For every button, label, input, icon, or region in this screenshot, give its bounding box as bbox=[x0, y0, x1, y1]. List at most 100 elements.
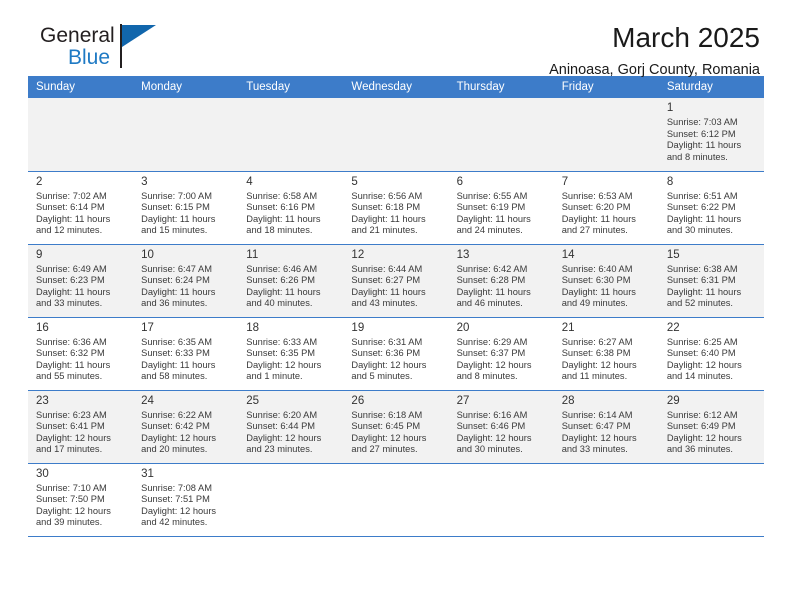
daylight-text-line2: and 55 minutes. bbox=[36, 371, 103, 382]
daylight-text-line2: and 58 minutes. bbox=[141, 371, 208, 382]
daylight-text-line1: Daylight: 11 hours bbox=[456, 213, 531, 224]
calendar-day-cell[interactable]: 25 Sunrise: 6:20 AM Sunset: 6:44 PM Dayligh… bbox=[238, 390, 344, 464]
sunset-text: Sunset: 6:44 PM bbox=[246, 421, 316, 432]
sunrise-text: Sunrise: 6:49 AM bbox=[36, 263, 107, 274]
calendar-day-cell[interactable]: 21 Sunrise: 6:27 AM Sunset: 6:38 PM Dayligh… bbox=[553, 317, 659, 391]
daylight-text-line1: Daylight: 11 hours bbox=[141, 213, 216, 224]
calendar-day-cell[interactable]: 27 Sunrise: 6:16 AM Sunset: 6:46 PM Dayligh… bbox=[448, 390, 554, 464]
daylight-text-line2: and 27 minutes. bbox=[351, 444, 418, 455]
calendar-cell-empty bbox=[133, 98, 239, 172]
daylight-text-line2: and 36 minutes. bbox=[666, 444, 733, 455]
day-number: 27 bbox=[456, 394, 470, 407]
sunset-text: Sunset: 6:19 PM bbox=[456, 202, 526, 213]
sunset-text: Sunset: 6:40 PM bbox=[666, 348, 736, 359]
daylight-text-line2: and 33 minutes. bbox=[36, 298, 103, 309]
calendar-day-cell[interactable]: 24 Sunrise: 6:22 AM Sunset: 6:42 PM Dayligh… bbox=[133, 390, 239, 464]
sunrise-text: Sunrise: 6:38 AM bbox=[666, 263, 738, 274]
day-details: Sunrise: 7:00 AM Sunset: 6:15 PM Daylight:… bbox=[133, 191, 238, 237]
calendar-day-cell[interactable]: 4 Sunrise: 6:58 AM Sunset: 6:16 PM Daylight… bbox=[238, 171, 344, 245]
sunrise-text: Sunrise: 6:44 AM bbox=[351, 263, 423, 274]
sunrise-text: Sunrise: 6:47 AM bbox=[141, 263, 212, 274]
day-details: Sunrise: 6:47 AM Sunset: 6:24 PM Daylight:… bbox=[133, 264, 238, 310]
calendar-day-cell[interactable]: 9 Sunrise: 6:49 AM Sunset: 6:23 PM Daylight… bbox=[28, 244, 134, 318]
day-number: 5 bbox=[351, 175, 358, 188]
calendar-day-cell[interactable]: 30 Sunrise: 7:10 AM Sunset: 7:50 PM Dayligh… bbox=[28, 463, 134, 537]
sunrise-text: Sunrise: 6:35 AM bbox=[141, 336, 212, 347]
sunset-text: Sunset: 6:28 PM bbox=[456, 275, 526, 286]
day-details: Sunrise: 6:23 AM Sunset: 6:41 PM Daylight:… bbox=[28, 410, 133, 456]
sunset-text: Sunset: 6:24 PM bbox=[141, 275, 210, 286]
sunrise-text: Sunrise: 6:55 AM bbox=[456, 190, 528, 201]
sunrise-text: Sunrise: 7:10 AM bbox=[36, 482, 107, 493]
sunrise-text: Sunrise: 7:03 AM bbox=[666, 117, 738, 127]
calendar-day-cell[interactable]: 22 Sunrise: 6:25 AM Sunset: 6:40 PM Dayligh… bbox=[658, 317, 764, 391]
calendar-cell-empty bbox=[343, 463, 449, 537]
calendar-day-cell[interactable]: 31 Sunrise: 7:08 AM Sunset: 7:51 PM Dayligh… bbox=[133, 463, 239, 537]
calendar-day-cell[interactable]: 1 Sunrise: 7:03 AM Sunset: 6:12 PM Daylight… bbox=[658, 98, 764, 172]
calendar-day-cell[interactable]: 29 Sunrise: 6:12 AM Sunset: 6:49 PM Dayligh… bbox=[658, 390, 764, 464]
sunrise-text: Sunrise: 6:46 AM bbox=[246, 263, 318, 274]
day-number: 7 bbox=[561, 175, 569, 188]
calendar-day-cell[interactable]: 28 Sunrise: 6:14 AM Sunset: 6:47 PM Dayligh… bbox=[553, 390, 659, 464]
sunset-text: Sunset: 6:32 PM bbox=[36, 348, 105, 359]
day-details: Sunrise: 7:10 AM Sunset: 7:50 PM Daylight:… bbox=[28, 483, 133, 529]
day-number: 13 bbox=[456, 248, 470, 261]
daylight-text-line1: Daylight: 11 hours bbox=[246, 286, 321, 297]
day-details: Sunrise: 6:25 AM Sunset: 6:40 PM Daylight:… bbox=[659, 337, 764, 383]
calendar-day-cell[interactable]: 7 Sunrise: 6:53 AM Sunset: 6:20 PM Daylight… bbox=[553, 171, 659, 245]
calendar-day-cell[interactable]: 8 Sunrise: 6:51 AM Sunset: 6:22 PM Daylight… bbox=[658, 171, 764, 245]
page-title: March 2025 bbox=[612, 22, 760, 53]
daylight-text-line1: Daylight: 11 hours bbox=[666, 140, 742, 151]
sunset-text: Sunset: 6:46 PM bbox=[456, 421, 526, 432]
day-details: Sunrise: 6:44 AM Sunset: 6:27 PM Daylight:… bbox=[343, 264, 448, 310]
calendar-day-cell[interactable]: 11 Sunrise: 6:46 AM Sunset: 6:26 PM Dayligh… bbox=[238, 244, 344, 318]
calendar-day-cell[interactable]: 18 Sunrise: 6:33 AM Sunset: 6:35 PM Dayligh… bbox=[238, 317, 344, 391]
day-number: 19 bbox=[351, 321, 365, 334]
calendar-day-cell[interactable]: 17 Sunrise: 6:35 AM Sunset: 6:33 PM Dayligh… bbox=[133, 317, 239, 391]
day-number: 20 bbox=[456, 321, 470, 334]
daylight-text-line1: Daylight: 12 hours bbox=[36, 432, 111, 443]
calendar-day-cell[interactable]: 10 Sunrise: 6:47 AM Sunset: 6:24 PM Dayligh… bbox=[133, 244, 239, 318]
calendar-week-row: 2 Sunrise: 7:02 AM Sunset: 6:14 PM Daylight… bbox=[28, 171, 764, 245]
day-number: 18 bbox=[246, 321, 260, 334]
general-blue-logo[interactable]: General Blue bbox=[40, 22, 172, 74]
calendar-day-cell[interactable]: 16 Sunrise: 6:36 AM Sunset: 6:32 PM Dayligh… bbox=[28, 317, 134, 391]
sunset-text: Sunset: 6:16 PM bbox=[246, 202, 316, 213]
calendar-day-cell[interactable]: 12 Sunrise: 6:44 AM Sunset: 6:27 PM Dayligh… bbox=[343, 244, 449, 318]
sunrise-text: Sunrise: 6:31 AM bbox=[351, 336, 423, 347]
sunrise-text: Sunrise: 6:12 AM bbox=[666, 409, 738, 420]
calendar-cell-empty bbox=[553, 98, 659, 172]
calendar-day-cell[interactable]: 5 Sunrise: 6:56 AM Sunset: 6:18 PM Daylight… bbox=[343, 171, 449, 245]
calendar-day-cell[interactable]: 3 Sunrise: 7:00 AM Sunset: 6:15 PM Daylight… bbox=[133, 171, 239, 245]
sunset-text: Sunset: 6:31 PM bbox=[666, 275, 736, 286]
daylight-text-line2: and 8 minutes. bbox=[456, 371, 518, 382]
daylight-text-line2: and 42 minutes. bbox=[141, 517, 208, 528]
calendar-day-cell[interactable]: 14 Sunrise: 6:40 AM Sunset: 6:30 PM Dayligh… bbox=[553, 244, 659, 318]
day-details: Sunrise: 6:42 AM Sunset: 6:28 PM Daylight:… bbox=[449, 264, 554, 310]
sunrise-text: Sunrise: 6:14 AM bbox=[561, 409, 633, 420]
calendar-day-cell[interactable]: 19 Sunrise: 6:31 AM Sunset: 6:36 PM Dayligh… bbox=[343, 317, 449, 391]
calendar-day-cell[interactable]: 13 Sunrise: 6:42 AM Sunset: 6:28 PM Dayligh… bbox=[448, 244, 554, 318]
daylight-text-line1: Daylight: 11 hours bbox=[36, 213, 111, 224]
calendar-cell-empty bbox=[238, 98, 344, 172]
calendar-week-row: 30 Sunrise: 7:10 AM Sunset: 7:50 PM Dayligh… bbox=[28, 463, 764, 537]
calendar-day-cell[interactable]: 20 Sunrise: 6:29 AM Sunset: 6:37 PM Dayligh… bbox=[448, 317, 554, 391]
calendar-day-cell[interactable]: 26 Sunrise: 6:18 AM Sunset: 6:45 PM Dayligh… bbox=[343, 390, 449, 464]
calendar-cell-empty bbox=[448, 463, 554, 537]
sunset-text: Sunset: 6:18 PM bbox=[351, 202, 421, 213]
calendar-day-cell[interactable]: 6 Sunrise: 6:55 AM Sunset: 6:19 PM Daylight… bbox=[448, 171, 554, 245]
calendar-day-cell[interactable]: 23 Sunrise: 6:23 AM Sunset: 6:41 PM Dayligh… bbox=[28, 390, 134, 464]
calendar-day-cell[interactable]: 15 Sunrise: 6:38 AM Sunset: 6:31 PM Dayligh… bbox=[658, 244, 764, 318]
weekday-header-thursday: Thursday bbox=[448, 76, 554, 98]
sunset-text: Sunset: 6:42 PM bbox=[141, 421, 210, 432]
weekday-header-monday: Monday bbox=[133, 76, 239, 98]
day-details: Sunrise: 6:33 AM Sunset: 6:35 PM Daylight:… bbox=[238, 337, 343, 383]
day-details: Sunrise: 7:03 AM Sunset: 6:12 PM Daylight:… bbox=[659, 117, 764, 163]
daylight-text-line2: and 5 minutes. bbox=[351, 371, 413, 382]
calendar-day-cell[interactable]: 2 Sunrise: 7:02 AM Sunset: 6:14 PM Daylight… bbox=[28, 171, 134, 245]
daylight-text-line1: Daylight: 11 hours bbox=[141, 286, 216, 297]
daylight-text-line1: Daylight: 11 hours bbox=[141, 359, 216, 370]
calendar-body: 1 Sunrise: 7:03 AM Sunset: 6:12 PM Daylight… bbox=[28, 98, 764, 537]
daylight-text-line1: Daylight: 12 hours bbox=[561, 432, 637, 443]
sunset-text: Sunset: 6:45 PM bbox=[351, 421, 421, 432]
